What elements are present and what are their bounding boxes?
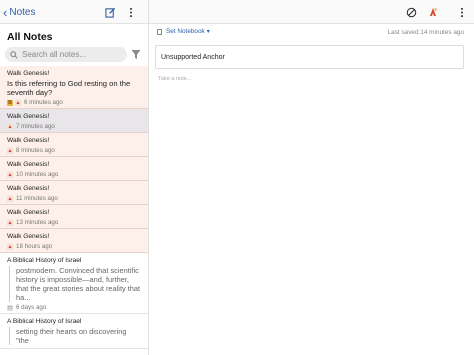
list-item[interactable]: Walk Genesis! ▲ 8 minutes ago (0, 133, 148, 157)
list-item[interactable]: Walk Genesis! ▲ 7 minutes ago (0, 109, 148, 133)
back-label: Notes (9, 6, 36, 18)
more-vertical-icon[interactable] (124, 5, 138, 19)
more-vertical-icon[interactable] (455, 5, 469, 19)
walk-icon: ▲ (7, 243, 13, 250)
back-button[interactable]: ‹ Notes (3, 4, 35, 20)
note-meta: □ 6 days ago (7, 304, 141, 311)
note-time: 13 minutes ago (16, 219, 59, 226)
note-meta: ▲ 10 minutes ago (7, 171, 141, 178)
list-item[interactable]: Walk Genesis! ▲ 11 minutes ago (0, 181, 148, 205)
search-bar[interactable] (5, 47, 127, 62)
walk-icon: ▲ (7, 147, 13, 154)
sidebar-title: All Notes (7, 31, 53, 43)
note-editor: Set Notebook ▾ Last saved 14 minutes ago… (149, 24, 474, 355)
notes-sidebar: All Notes Walk Genesis! Is this referrin… (0, 24, 148, 355)
note-meta: ▲ 8 minutes ago (7, 147, 141, 154)
list-item[interactable]: A Biblical History of Israel postmodern.… (0, 253, 148, 314)
note-excerpt: setting their hearts on discovering "the (9, 327, 141, 345)
note-title: A Biblical History of Israel (7, 257, 82, 264)
list-item[interactable]: Walk Genesis! ▲ 18 hours ago (0, 229, 148, 253)
walk-icon: ▲ (7, 123, 13, 130)
note-time: 11 minutes ago (16, 195, 58, 202)
note-time: 8 minutes ago (16, 147, 55, 154)
chevron-left-icon: ‹ (3, 4, 8, 20)
top-toolbar: ‹ Notes (0, 0, 474, 24)
note-excerpt: postmodern. Convinced that scientific hi… (9, 266, 141, 302)
search-input[interactable] (22, 50, 122, 59)
note-body: Is this referring to God resting on the … (7, 79, 131, 97)
note-title: A Biblical History of Israel (7, 318, 82, 325)
block-icon[interactable] (404, 5, 418, 19)
list-item[interactable]: Walk Genesis! ▲ 13 minutes ago (0, 205, 148, 229)
note-input[interactable] (158, 76, 458, 82)
note-title: Walk Genesis! (7, 70, 50, 77)
note-time: 18 hours ago (16, 243, 53, 250)
note-meta: ▲ 13 minutes ago (7, 219, 141, 226)
list-item[interactable]: Walk Genesis! Is this referring to God r… (0, 66, 148, 109)
note-meta: ▲ 18 hours ago (7, 243, 141, 250)
note-time: 6 minutes ago (24, 99, 63, 106)
walk-genesis-icon[interactable] (426, 5, 440, 19)
last-saved-status: Last saved 14 minutes ago (387, 29, 464, 36)
set-notebook-button[interactable]: Set Notebook ▾ (157, 28, 210, 35)
note-time: 6 days ago (16, 304, 47, 311)
anchor-label: Unsupported Anchor (161, 53, 225, 61)
notebook-icon (157, 28, 162, 35)
note-title: Walk Genesis! (7, 161, 50, 168)
anchor-box[interactable]: Unsupported Anchor (155, 45, 464, 69)
note-meta: ▲ 7 minutes ago (7, 123, 141, 130)
note-title: Walk Genesis! (7, 233, 50, 240)
note-time: 10 minutes ago (16, 171, 59, 178)
bible-icon: B (7, 99, 13, 106)
note-time: 7 minutes ago (16, 123, 55, 130)
walk-icon: ▲ (7, 219, 13, 226)
compose-icon[interactable] (103, 5, 117, 19)
search-icon (10, 50, 18, 59)
note-meta: ▲ 11 minutes ago (7, 195, 141, 202)
list-item[interactable]: A Biblical History of Israel setting the… (0, 314, 148, 349)
filter-icon[interactable] (131, 49, 141, 60)
notebook-label: Set Notebook (166, 28, 205, 35)
note-title: Walk Genesis! (7, 137, 50, 144)
book-icon: □ (7, 304, 13, 311)
list-item[interactable]: Walk Genesis! ▲ 10 minutes ago (0, 157, 148, 181)
walk-icon: ▲ (7, 195, 13, 202)
chevron-down-icon: ▾ (206, 29, 210, 35)
note-meta: B ▲ 6 minutes ago (7, 99, 141, 106)
note-title: Walk Genesis! (7, 185, 50, 192)
walk-icon: ▲ (15, 99, 21, 106)
note-list: Walk Genesis! Is this referring to God r… (0, 66, 148, 349)
note-title: Walk Genesis! (7, 113, 50, 120)
note-title: Walk Genesis! (7, 209, 50, 216)
walk-icon: ▲ (7, 171, 13, 178)
